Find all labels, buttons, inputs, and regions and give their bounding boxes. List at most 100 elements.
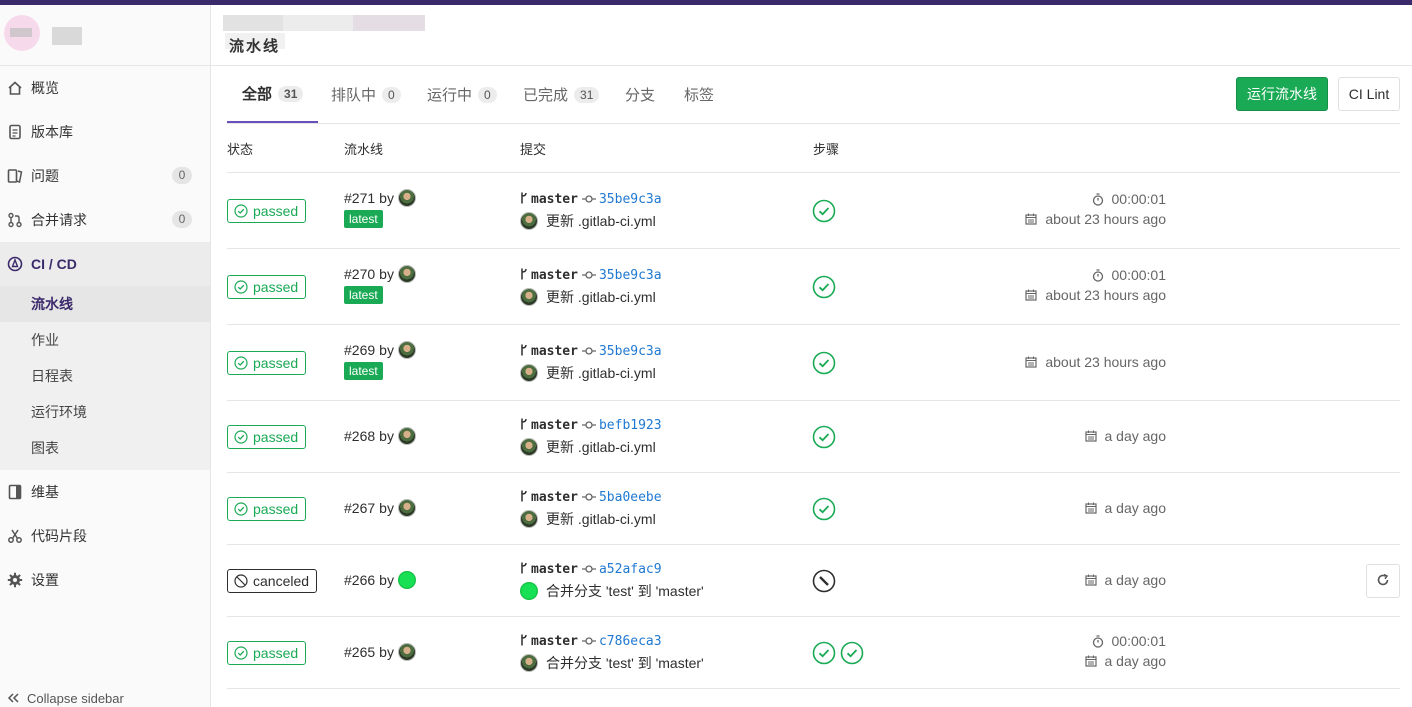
sidebar-item-issues[interactable]: 问题 0 bbox=[0, 154, 210, 198]
pipeline-link[interactable]: #268 bbox=[344, 428, 375, 444]
pipeline-status-badge[interactable]: passed bbox=[227, 497, 307, 521]
commit-author-avatar[interactable] bbox=[520, 510, 538, 528]
commit-sha-link[interactable]: 35be9c3a bbox=[599, 192, 662, 207]
branch-link[interactable]: master bbox=[531, 418, 578, 433]
commit-author-avatar[interactable] bbox=[520, 364, 538, 382]
sidebar-item-wiki[interactable]: 维基 bbox=[0, 470, 210, 514]
sidebar-item-label: 代码片段 bbox=[31, 528, 87, 544]
tab-branches[interactable]: 分支 bbox=[610, 66, 670, 123]
timer-icon bbox=[1092, 192, 1104, 206]
user-avatar[interactable] bbox=[397, 265, 416, 283]
commit-author-avatar[interactable] bbox=[520, 212, 538, 230]
user-avatar[interactable] bbox=[397, 341, 416, 359]
commit-title-link[interactable]: 更新 .gitlab-ci.yml bbox=[546, 363, 656, 383]
pipeline-status-badge[interactable]: passed bbox=[227, 351, 307, 375]
branch-link[interactable]: master bbox=[531, 490, 578, 505]
commit-sha-link[interactable]: 35be9c3a bbox=[599, 344, 662, 359]
pipeline-status-badge[interactable]: passed bbox=[227, 641, 307, 665]
pipeline-link[interactable]: #266 bbox=[344, 572, 375, 588]
stage-passed-icon[interactable] bbox=[812, 275, 836, 299]
breadcrumb-redacted[interactable] bbox=[283, 15, 353, 31]
commit-author-avatar[interactable] bbox=[520, 288, 538, 306]
commit-title-link[interactable]: 更新 .gitlab-ci.yml bbox=[546, 211, 656, 231]
subnav-item-schedules[interactable]: 日程表 bbox=[0, 358, 210, 394]
tab-tags[interactable]: 标签 bbox=[669, 66, 729, 123]
stage-passed-icon[interactable] bbox=[812, 425, 836, 449]
breadcrumb-redacted[interactable] bbox=[223, 15, 283, 31]
commit-author-avatar[interactable] bbox=[520, 582, 538, 600]
sidebar-item-repository[interactable]: 版本库 bbox=[0, 110, 210, 154]
branch-link[interactable]: master bbox=[531, 634, 578, 649]
sidebar-item-overview[interactable]: 概览 bbox=[0, 66, 210, 110]
latest-badge: latest bbox=[344, 286, 383, 304]
finished-value: about 23 hours ago bbox=[1045, 354, 1166, 370]
pipeline-link[interactable]: #265 bbox=[344, 644, 375, 660]
sidebar-item-label: CI / CD bbox=[31, 256, 77, 272]
pipeline-link[interactable]: #270 bbox=[344, 266, 375, 282]
ci-lint-button[interactable]: CI Lint bbox=[1338, 77, 1400, 111]
stage-passed-icon[interactable] bbox=[812, 497, 836, 521]
breadcrumb-redacted[interactable] bbox=[353, 15, 425, 31]
branch-link[interactable]: master bbox=[531, 344, 578, 359]
commit-title-link[interactable]: 合并分支 'test' 到 'master' bbox=[546, 653, 704, 673]
collapse-sidebar-button[interactable]: Collapse sidebar bbox=[7, 691, 124, 707]
commit-sha-link[interactable]: c786eca3 bbox=[599, 634, 662, 649]
pipeline-status-badge[interactable]: passed bbox=[227, 425, 307, 449]
user-avatar[interactable] bbox=[397, 643, 416, 661]
user-avatar[interactable] bbox=[397, 499, 416, 517]
sidebar-item-label: 设置 bbox=[31, 572, 59, 588]
commit-ref: master c786eca3 bbox=[520, 633, 662, 649]
sidebar-item-merge-requests[interactable]: 合并请求 0 bbox=[0, 198, 210, 242]
tab-pending[interactable]: 排队中 0 bbox=[316, 66, 416, 123]
commit-sha-link[interactable]: befb1923 bbox=[599, 418, 662, 433]
page-header: 流水线 bbox=[211, 5, 1412, 66]
commit-sha-link[interactable]: 5ba0eebe bbox=[599, 490, 662, 505]
stage-passed-icon[interactable] bbox=[812, 641, 836, 665]
stage-passed-icon[interactable] bbox=[812, 351, 836, 375]
subnav-item-charts[interactable]: 图表 bbox=[0, 430, 210, 466]
branch-link[interactable]: master bbox=[531, 562, 578, 577]
commit-title-link[interactable]: 更新 .gitlab-ci.yml bbox=[546, 287, 656, 307]
branch-link[interactable]: master bbox=[531, 268, 578, 283]
retry-pipeline-button[interactable] bbox=[1366, 564, 1400, 598]
sidebar-item-snippets[interactable]: 代码片段 bbox=[0, 514, 210, 558]
project-name-redacted[interactable] bbox=[52, 27, 82, 45]
subnav-item-environments[interactable]: 运行环境 bbox=[0, 394, 210, 430]
pipeline-link[interactable]: #271 bbox=[344, 190, 375, 206]
commit-author-avatar[interactable] bbox=[520, 654, 538, 672]
run-pipeline-button[interactable]: 运行流水线 bbox=[1236, 77, 1328, 111]
commit-sha-link[interactable]: a52afac9 bbox=[599, 562, 662, 577]
status-label: passed bbox=[253, 203, 299, 219]
tab-finished[interactable]: 已完成 31 bbox=[508, 66, 614, 123]
commit-title-link[interactable]: 合并分支 'test' 到 'master' bbox=[546, 581, 704, 601]
commit-title-link[interactable]: 更新 .gitlab-ci.yml bbox=[546, 437, 656, 457]
commit-sha-link[interactable]: 35be9c3a bbox=[599, 268, 662, 283]
pipeline-by-label: by bbox=[379, 266, 394, 282]
sidebar-item-settings[interactable]: 设置 bbox=[0, 558, 210, 602]
tab-all[interactable]: 全部 31 bbox=[227, 66, 319, 123]
column-header-status: 状态 bbox=[227, 142, 254, 157]
pipeline-link[interactable]: #269 bbox=[344, 342, 375, 358]
branch-link[interactable]: master bbox=[531, 192, 578, 207]
stage-passed-icon[interactable] bbox=[812, 199, 836, 223]
pipeline-duration: 00:00:01 bbox=[1092, 191, 1166, 207]
tab-running[interactable]: 运行中 0 bbox=[412, 66, 512, 123]
stage-canceled-icon[interactable] bbox=[812, 569, 836, 593]
status-passed-icon bbox=[234, 646, 248, 660]
user-avatar[interactable] bbox=[397, 427, 416, 445]
user-avatar[interactable] bbox=[397, 571, 416, 589]
sidebar-item-ci-cd[interactable]: CI / CD bbox=[0, 242, 210, 286]
subnav-item-pipelines[interactable]: 流水线 bbox=[0, 286, 210, 322]
pipeline-status-badge[interactable]: canceled bbox=[227, 569, 318, 593]
pipeline-status-badge[interactable]: passed bbox=[227, 199, 307, 223]
commit-title-link[interactable]: 更新 .gitlab-ci.yml bbox=[546, 509, 656, 529]
subnav-item-jobs[interactable]: 作业 bbox=[0, 322, 210, 358]
project-header[interactable] bbox=[0, 5, 210, 66]
pipeline-link[interactable]: #267 bbox=[344, 500, 375, 516]
user-avatar[interactable] bbox=[397, 189, 416, 207]
pipeline-status-badge[interactable]: passed bbox=[227, 275, 307, 299]
commit-author-avatar[interactable] bbox=[520, 438, 538, 456]
pipeline-id: #269 by bbox=[344, 341, 416, 359]
project-avatar[interactable] bbox=[4, 15, 40, 51]
stage-passed-icon[interactable] bbox=[840, 641, 864, 665]
